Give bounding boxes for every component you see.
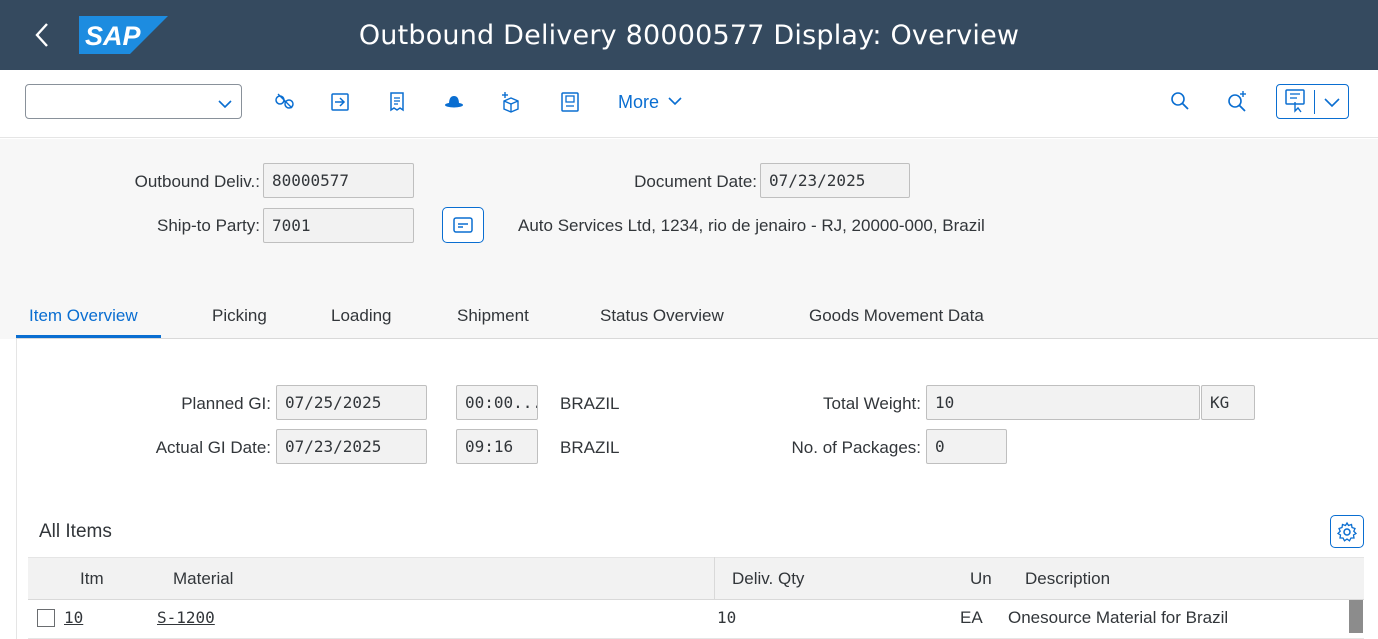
planned-gi-time-field[interactable]: 00:00... bbox=[456, 385, 538, 420]
column-header-deliv-qty[interactable]: Deliv. Qty bbox=[732, 569, 804, 589]
address-button[interactable] bbox=[442, 207, 484, 243]
ship-to-address: Auto Services Ltd, 1234, rio de jenairo … bbox=[518, 216, 985, 235]
tab-status-overview[interactable]: Status Overview bbox=[600, 306, 724, 326]
hat-icon[interactable] bbox=[441, 89, 467, 115]
deliv-qty-cell: 10 bbox=[717, 608, 737, 627]
command-field[interactable] bbox=[25, 84, 242, 119]
active-tab-indicator bbox=[16, 335, 161, 338]
chevron-down-icon bbox=[668, 97, 682, 106]
all-items-title: All Items bbox=[39, 521, 112, 542]
unit-cell: EA bbox=[960, 608, 983, 627]
package-add-icon[interactable] bbox=[498, 89, 524, 115]
sap-logo-text: SAP bbox=[85, 21, 142, 51]
gear-icon bbox=[1336, 521, 1358, 542]
column-header-description[interactable]: Description bbox=[1025, 569, 1110, 589]
planned-gi-label: Planned GI: bbox=[181, 394, 271, 413]
no-of-packages-field[interactable]: 0 bbox=[926, 429, 1007, 464]
actual-gi-time-field[interactable]: 09:16 bbox=[456, 429, 538, 464]
no-of-packages-label: No. of Packages: bbox=[791, 438, 921, 457]
outbound-delivery-label: Outbound Deliv.: bbox=[134, 172, 260, 191]
screen-menu-icon[interactable] bbox=[1283, 88, 1309, 114]
items-table-header: Itm Material Deliv. Qty Un Description bbox=[28, 557, 1364, 600]
shell-bar: SAP Outbound Delivery 80000577 Display: … bbox=[0, 0, 1378, 70]
address-card-icon bbox=[453, 217, 473, 233]
total-weight-label: Total Weight: bbox=[823, 394, 921, 413]
chevron-down-icon[interactable] bbox=[1323, 94, 1341, 110]
sap-logo[interactable]: SAP bbox=[79, 16, 168, 54]
search-icon[interactable] bbox=[1168, 89, 1194, 115]
screen-menu-split-button[interactable] bbox=[1276, 84, 1349, 119]
actual-gi-date-label: Actual GI Date: bbox=[155, 438, 271, 457]
tab-picking[interactable]: Picking bbox=[212, 306, 267, 326]
outbound-delivery-field[interactable]: 80000577 bbox=[263, 163, 414, 198]
planned-gi-date-field[interactable]: 07/25/2025 bbox=[276, 385, 427, 420]
receipt-icon[interactable] bbox=[384, 89, 410, 115]
description-cell: Onesource Material for Brazil bbox=[1008, 608, 1229, 627]
actual-gi-timezone: BRAZIL bbox=[560, 438, 620, 457]
export-icon[interactable] bbox=[327, 89, 353, 115]
table-row[interactable]: 10 S-1200 10 EA Onesource Material for B… bbox=[28, 600, 1364, 639]
zoom-in-icon[interactable] bbox=[1225, 89, 1251, 115]
weight-unit-field[interactable]: KG bbox=[1201, 385, 1255, 420]
column-header-itm[interactable]: Itm bbox=[80, 569, 104, 589]
chevron-down-icon[interactable] bbox=[217, 90, 233, 117]
actual-gi-date-field[interactable]: 07/23/2025 bbox=[276, 429, 427, 464]
tab-shipment[interactable]: Shipment bbox=[457, 306, 529, 326]
column-header-material[interactable]: Material bbox=[173, 569, 233, 589]
column-header-un[interactable]: Un bbox=[970, 569, 992, 589]
back-button[interactable] bbox=[28, 18, 56, 52]
item-number-link[interactable]: 10 bbox=[64, 608, 83, 627]
document-icon[interactable] bbox=[557, 89, 583, 115]
table-settings-button[interactable] bbox=[1330, 515, 1364, 548]
row-select-checkbox[interactable] bbox=[37, 609, 55, 627]
ship-to-party-field[interactable]: 7001 bbox=[263, 208, 414, 243]
planned-gi-timezone: BRAZIL bbox=[560, 394, 620, 413]
material-link[interactable]: S-1200 bbox=[157, 608, 215, 627]
more-menu-button[interactable]: More bbox=[618, 92, 683, 113]
ship-to-party-label: Ship-to Party: bbox=[157, 216, 260, 235]
tab-loading[interactable]: Loading bbox=[331, 306, 392, 326]
glasses-icon[interactable] bbox=[271, 89, 297, 115]
tab-strip: Item Overview Picking Loading Shipment S… bbox=[16, 297, 1378, 339]
chevron-left-icon bbox=[35, 23, 48, 47]
vertical-scrollbar-thumb[interactable] bbox=[1349, 600, 1363, 633]
total-weight-field[interactable]: 10 bbox=[926, 385, 1200, 420]
tab-goods-movement-data[interactable]: Goods Movement Data bbox=[809, 306, 984, 326]
more-label: More bbox=[618, 92, 660, 112]
document-date-label: Document Date: bbox=[634, 172, 757, 191]
toolbar: More bbox=[0, 70, 1378, 138]
split-separator bbox=[1314, 90, 1315, 114]
tab-item-overview[interactable]: Item Overview bbox=[29, 306, 138, 326]
page-title: Outbound Delivery 80000577 Display: Over… bbox=[358, 20, 1020, 51]
document-date-field[interactable]: 07/23/2025 bbox=[760, 163, 910, 198]
